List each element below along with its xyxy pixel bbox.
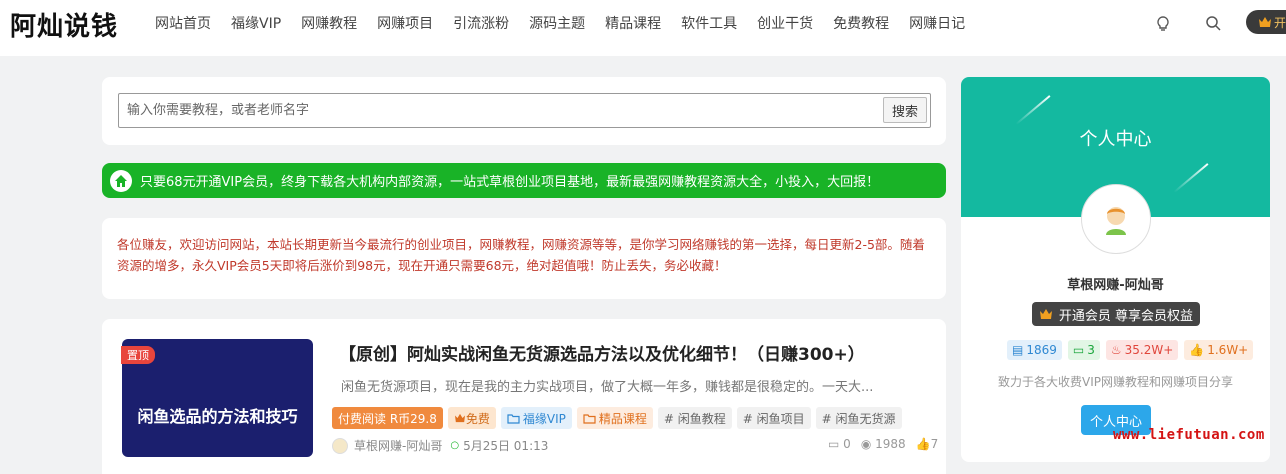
stat-comments[interactable]: ▭ 3 — [1067, 340, 1100, 360]
stat-posts[interactable]: ▤ 1869 — [1007, 340, 1062, 360]
vip-promo-bar[interactable]: 只要68元开通VIP会员，终身下载各大机构内部资源，一站式草根创业项目基地，最新… — [102, 163, 946, 198]
comment-count-value: 0 — [843, 437, 851, 451]
theme-toggle-icon[interactable] — [1153, 13, 1173, 33]
nav-item-diary[interactable]: 网赚日记 — [909, 13, 965, 33]
time-dot-icon: ○ — [450, 440, 460, 451]
user-center-card: 个人中心 草根网赚-阿灿哥 开通会员 尊享会员权益 ▤ 1869 ▭ 3 ♨ 35.2… — [961, 77, 1270, 462]
post-excerpt: 闲鱼无货源项目，现在是我的主力实战项目，做了大概一年多，赚钱都是很稳定的。一天大… — [341, 380, 874, 395]
post-stats: ▭ 0 ◉ 1988 👍7 — [828, 437, 938, 451]
promo-text: 只要68元开通VIP会员，终身下载各大机构内部资源，一站式草根创业项目基地，最新… — [140, 175, 880, 190]
decor-streak — [1173, 163, 1209, 193]
nav-item-free[interactable]: 免费教程 — [833, 13, 889, 33]
crown-icon — [1039, 309, 1052, 319]
nav-item-home[interactable]: 网站首页 — [155, 13, 211, 33]
thumb-up-icon: 👍 — [915, 437, 931, 451]
search-card: 搜索 — [102, 77, 946, 145]
folder-icon — [583, 413, 596, 424]
notice-card: 各位赚友，欢迎访问网站，本站长期更新当今最流行的创业项目，网赚教程，网赚资源等等… — [102, 218, 946, 299]
nav-item-traffic[interactable]: 引流涨粉 — [453, 13, 509, 33]
tag-topic[interactable]: # 闲鱼项目 — [736, 407, 811, 429]
tag-free-label: 免费 — [465, 411, 490, 426]
comment-icon: ▭ — [828, 437, 840, 451]
stat-hot[interactable]: ♨ 35.2W+ — [1105, 340, 1179, 360]
folder-icon — [507, 413, 520, 424]
tag-category-courses[interactable]: 精品课程 — [576, 407, 653, 429]
search-button[interactable]: 搜索 — [883, 97, 927, 123]
post-author[interactable]: 草根网赚-阿灿哥 — [354, 437, 442, 454]
nav-item-vip[interactable]: 福缘VIP — [231, 13, 281, 33]
site-watermark: www.liefutuan.com — [1113, 427, 1265, 443]
crown-icon — [454, 413, 465, 423]
stat-likes[interactable]: 👍 1.6W+ — [1184, 340, 1254, 360]
notice-text: 各位赚友，欢迎访问网站，本站长期更新当今最流行的创业项目，网赚教程，网赚资源等等… — [117, 237, 925, 273]
site-logo[interactable]: 阿灿说钱 — [10, 6, 118, 43]
stat-comments-value: 3 — [1087, 343, 1095, 357]
tag-topic[interactable]: # 闲鱼无货源 — [815, 407, 902, 429]
main-nav: 网站首页 福缘VIP 网赚教程 网赚项目 引流涨粉 源码主题 精品课程 软件工具… — [155, 0, 985, 46]
vip-open-button[interactable]: 开 — [1246, 10, 1286, 34]
search-icon[interactable] — [1203, 13, 1223, 33]
author-avatar[interactable] — [332, 437, 348, 454]
nav-item-projects[interactable]: 网赚项目 — [377, 13, 433, 33]
tag-courses-label: 精品课程 — [598, 411, 647, 426]
comment-count[interactable]: ▭ 0 — [828, 437, 851, 451]
site-header: 阿灿说钱 网站首页 福缘VIP 网赚教程 网赚项目 引流涨粉 源码主题 精品课程… — [0, 0, 1286, 56]
view-count: ◉ 1988 — [861, 437, 906, 451]
vip-pill-label: 开 — [1274, 15, 1286, 30]
stat-hot-value: 35.2W+ — [1124, 343, 1174, 357]
decor-streak — [1015, 95, 1051, 125]
post-tags: 付费阅读 R币29.8 免费 福缘VIP 精品课程 # 闲鱼教程 # 闲鱼项目 … — [332, 407, 902, 429]
tag-paid-read[interactable]: 付费阅读 R币29.8 — [332, 407, 443, 429]
tag-category-vip[interactable]: 福缘VIP — [500, 407, 572, 429]
comment-icon: ▭ — [1072, 343, 1085, 357]
user-avatar[interactable] — [1081, 184, 1151, 254]
open-vip-button[interactable]: 开通会员 尊享会员权益 — [1032, 302, 1200, 326]
post-meta: 草根网赚-阿灿哥 ○ 5月25日 01:13 — [332, 437, 548, 454]
banner-title: 个人中心 — [1079, 129, 1152, 150]
search-input[interactable] — [119, 94, 879, 127]
stat-posts-value: 1869 — [1026, 343, 1057, 357]
search-box: 搜索 — [118, 93, 931, 128]
tag-free[interactable]: 免费 — [447, 407, 496, 429]
user-avatar-icon — [1106, 207, 1126, 235]
flame-icon: ♨ — [1110, 343, 1122, 357]
open-vip-label: 开通会员 尊享会员权益 — [1058, 308, 1194, 324]
nav-item-software[interactable]: 软件工具 — [681, 13, 737, 33]
post-title[interactable]: 【原创】阿灿实战闲鱼无货源选品方法以及优化细节！（日赚300+） — [339, 340, 865, 365]
tag-vip-label: 福缘VIP — [522, 411, 566, 426]
document-icon: ▤ — [1012, 343, 1024, 357]
thumb-up-icon: 👍 — [1189, 343, 1205, 357]
thumbnail-text: 闲鱼选品的方法和技巧 — [137, 407, 298, 426]
pinned-badge: 置顶 — [121, 346, 155, 364]
crown-icon — [1259, 17, 1271, 27]
tag-topic[interactable]: # 闲鱼教程 — [657, 407, 732, 429]
user-description: 致力于各大收费VIP网赚教程和网赚项目分享 — [998, 375, 1233, 389]
user-stats: ▤ 1869 ▭ 3 ♨ 35.2W+ 👍 1.6W+ — [1007, 340, 1254, 360]
user-name[interactable]: 草根网赚-阿灿哥 — [961, 274, 1270, 293]
nav-item-source-themes[interactable]: 源码主题 — [529, 13, 585, 33]
nav-item-courses[interactable]: 精品课程 — [605, 13, 661, 33]
eye-icon: ◉ — [860, 437, 872, 451]
post-date: 5月25日 01:13 — [463, 439, 549, 453]
like-count-value: 7 — [930, 437, 939, 451]
nav-item-startup[interactable]: 创业干货 — [757, 13, 813, 33]
nav-item-tutorials[interactable]: 网赚教程 — [301, 13, 357, 33]
like-count[interactable]: 👍7 — [916, 437, 939, 451]
view-count-value: 1988 — [875, 437, 906, 451]
home-icon — [110, 169, 132, 192]
stat-likes-value: 1.6W+ — [1207, 343, 1249, 357]
